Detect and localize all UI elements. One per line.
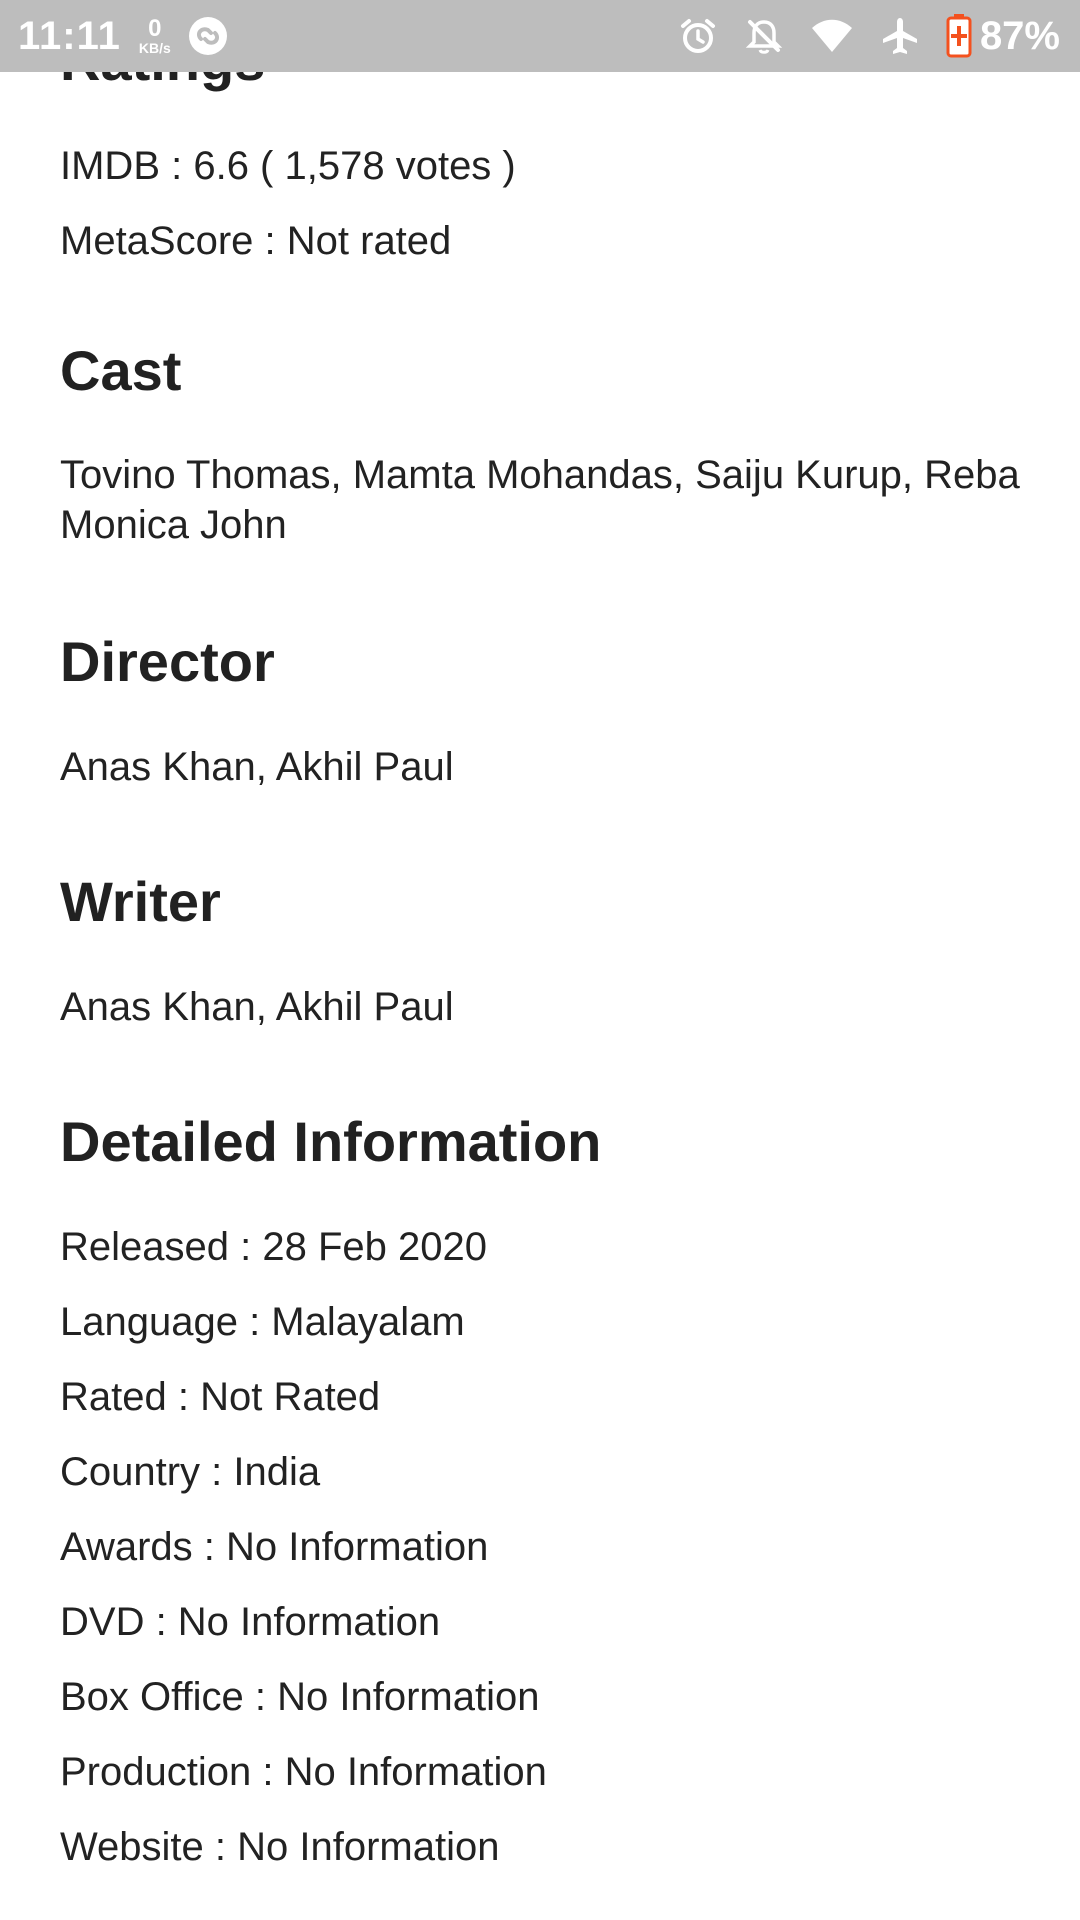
status-bar-left: 11:11 0 KB/s [18,0,229,72]
wifi-icon [810,18,854,54]
cast-names-line-1: Tovino Thomas, Mamta Mohandas, Saiju Kur… [60,453,1020,497]
cast-names-line-2: Monica John [60,503,287,547]
battery-indicator: 87% [946,14,1060,59]
dvd-info: DVD : No Information [60,1600,441,1644]
airplane-mode-icon [880,16,920,56]
released-info: Released : 28 Feb 2020 [60,1225,487,1269]
cast-heading: Cast [60,339,182,402]
status-bar: 11:11 0 KB/s 87% [0,0,1080,72]
shazam-icon [187,15,229,57]
director-names: Anas Khan, Akhil Paul [60,745,454,789]
detailed-information-heading: Detailed Information [60,1110,602,1173]
battery-charging-icon [946,14,972,58]
production-info: Production : No Information [60,1750,547,1794]
language-info: Language : Malayalam [60,1300,465,1344]
notifications-off-icon [744,16,784,56]
rated-info: Rated : Not Rated [60,1375,381,1419]
battery-percent: 87% [979,13,1060,58]
country-info: Country : India [60,1450,321,1494]
status-bar-right: 87% [678,0,1060,72]
network-speed-indicator: 0 KB/s [138,15,171,56]
awards-info: Awards : No Information [60,1525,489,1569]
network-speed-unit: KB/s [138,40,171,56]
metascore-rating: MetaScore : Not rated [60,219,452,263]
director-heading: Director [60,630,275,693]
writer-heading: Writer [60,870,221,933]
cast-names: Tovino Thomas, Mamta Mohandas, Saiju Kur… [60,450,1040,550]
box-office-info: Box Office : No Information [60,1675,540,1719]
website-info: Website : No Information [60,1825,500,1869]
writer-names: Anas Khan, Akhil Paul [60,985,454,1029]
imdb-rating: IMDB : 6.6 ( 1,578 votes ) [60,144,516,188]
alarm-icon [678,16,718,56]
status-clock: 11:11 [18,13,121,58]
network-speed-value: 0 [148,15,162,42]
